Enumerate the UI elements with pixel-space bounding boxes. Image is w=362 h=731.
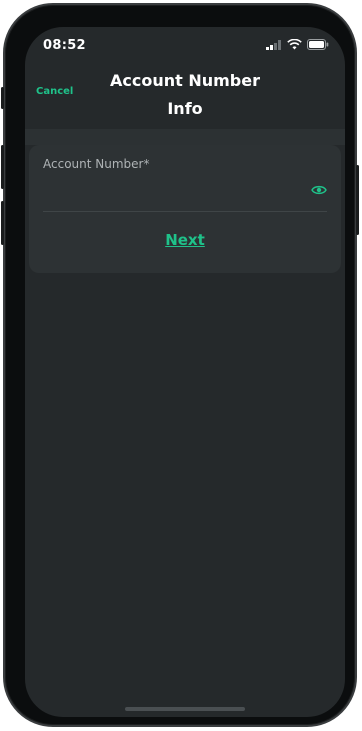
page-title: Account Number Info [85,67,285,123]
battery-icon [307,39,329,50]
page-title-line1: Account Number [110,71,260,90]
account-number-label: Account Number* [43,157,150,171]
page-title-line2: Info [167,99,203,118]
status-bar: 08:52 [25,27,345,67]
account-number-underline [43,211,327,212]
mute-switch [1,87,4,109]
cancel-button[interactable]: Cancel [36,86,73,97]
next-button[interactable]: Next [29,231,341,249]
status-icons [266,39,329,50]
wifi-icon [287,39,302,50]
nav-header: Cancel Account Number Info [25,67,345,129]
app-screen: 08:52 Cancel Account Number Info Account… [25,27,345,717]
eye-icon[interactable] [311,184,327,196]
volume-down-button [1,201,4,245]
volume-up-button [1,145,4,189]
phone-frame: 08:52 Cancel Account Number Info Account… [1,3,359,727]
account-form-card: Account Number* Next [29,145,341,273]
header-divider [25,129,345,145]
cellular-signal-icon [266,39,281,50]
status-time: 08:52 [43,38,86,53]
account-number-input[interactable] [43,177,303,201]
power-button [356,165,359,235]
home-indicator[interactable] [125,707,245,711]
